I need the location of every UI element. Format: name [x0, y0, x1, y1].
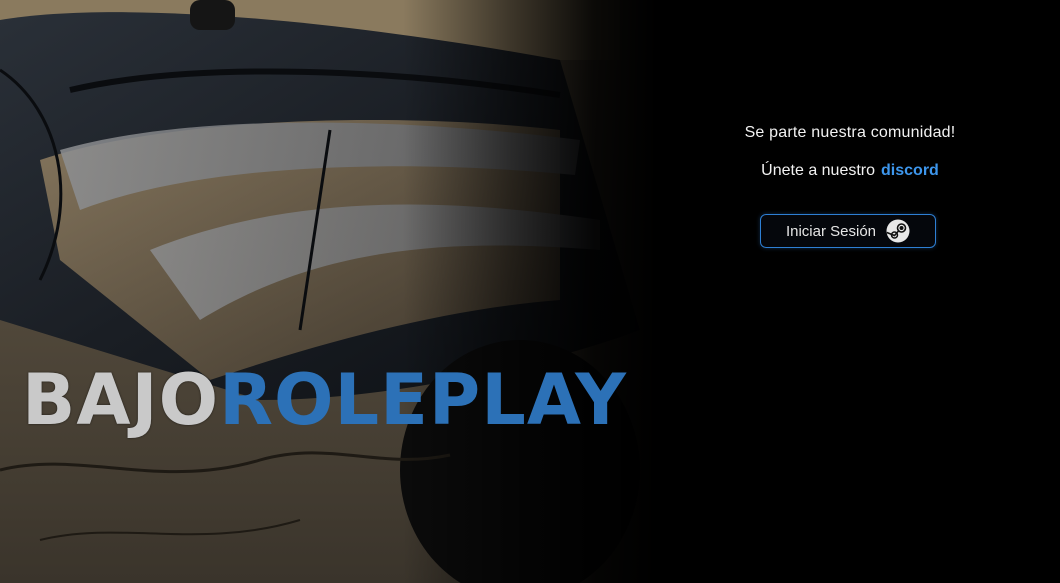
login-panel: Se parte nuestra comunidad! Únete a nues…: [700, 0, 1000, 583]
steam-login-button[interactable]: Iniciar Sesión: [760, 214, 936, 248]
community-tagline: Se parte nuestra comunidad!: [744, 124, 956, 141]
logo-text-bajo: Bajo: [22, 359, 220, 441]
discord-invite-prefix: Únete a nuestro: [761, 162, 876, 179]
steam-icon: [886, 219, 910, 243]
login-button-label: Iniciar Sesión: [785, 222, 877, 240]
login-page: BajoRoleplay Se parte nuestra comunidad!…: [0, 0, 1060, 583]
discord-link[interactable]: discord: [881, 162, 939, 179]
discord-invite-line: Únete a nuestro discord: [700, 162, 1000, 180]
site-logo: BajoRoleplay: [22, 360, 627, 440]
logo-text-roleplay: Roleplay: [219, 359, 627, 441]
